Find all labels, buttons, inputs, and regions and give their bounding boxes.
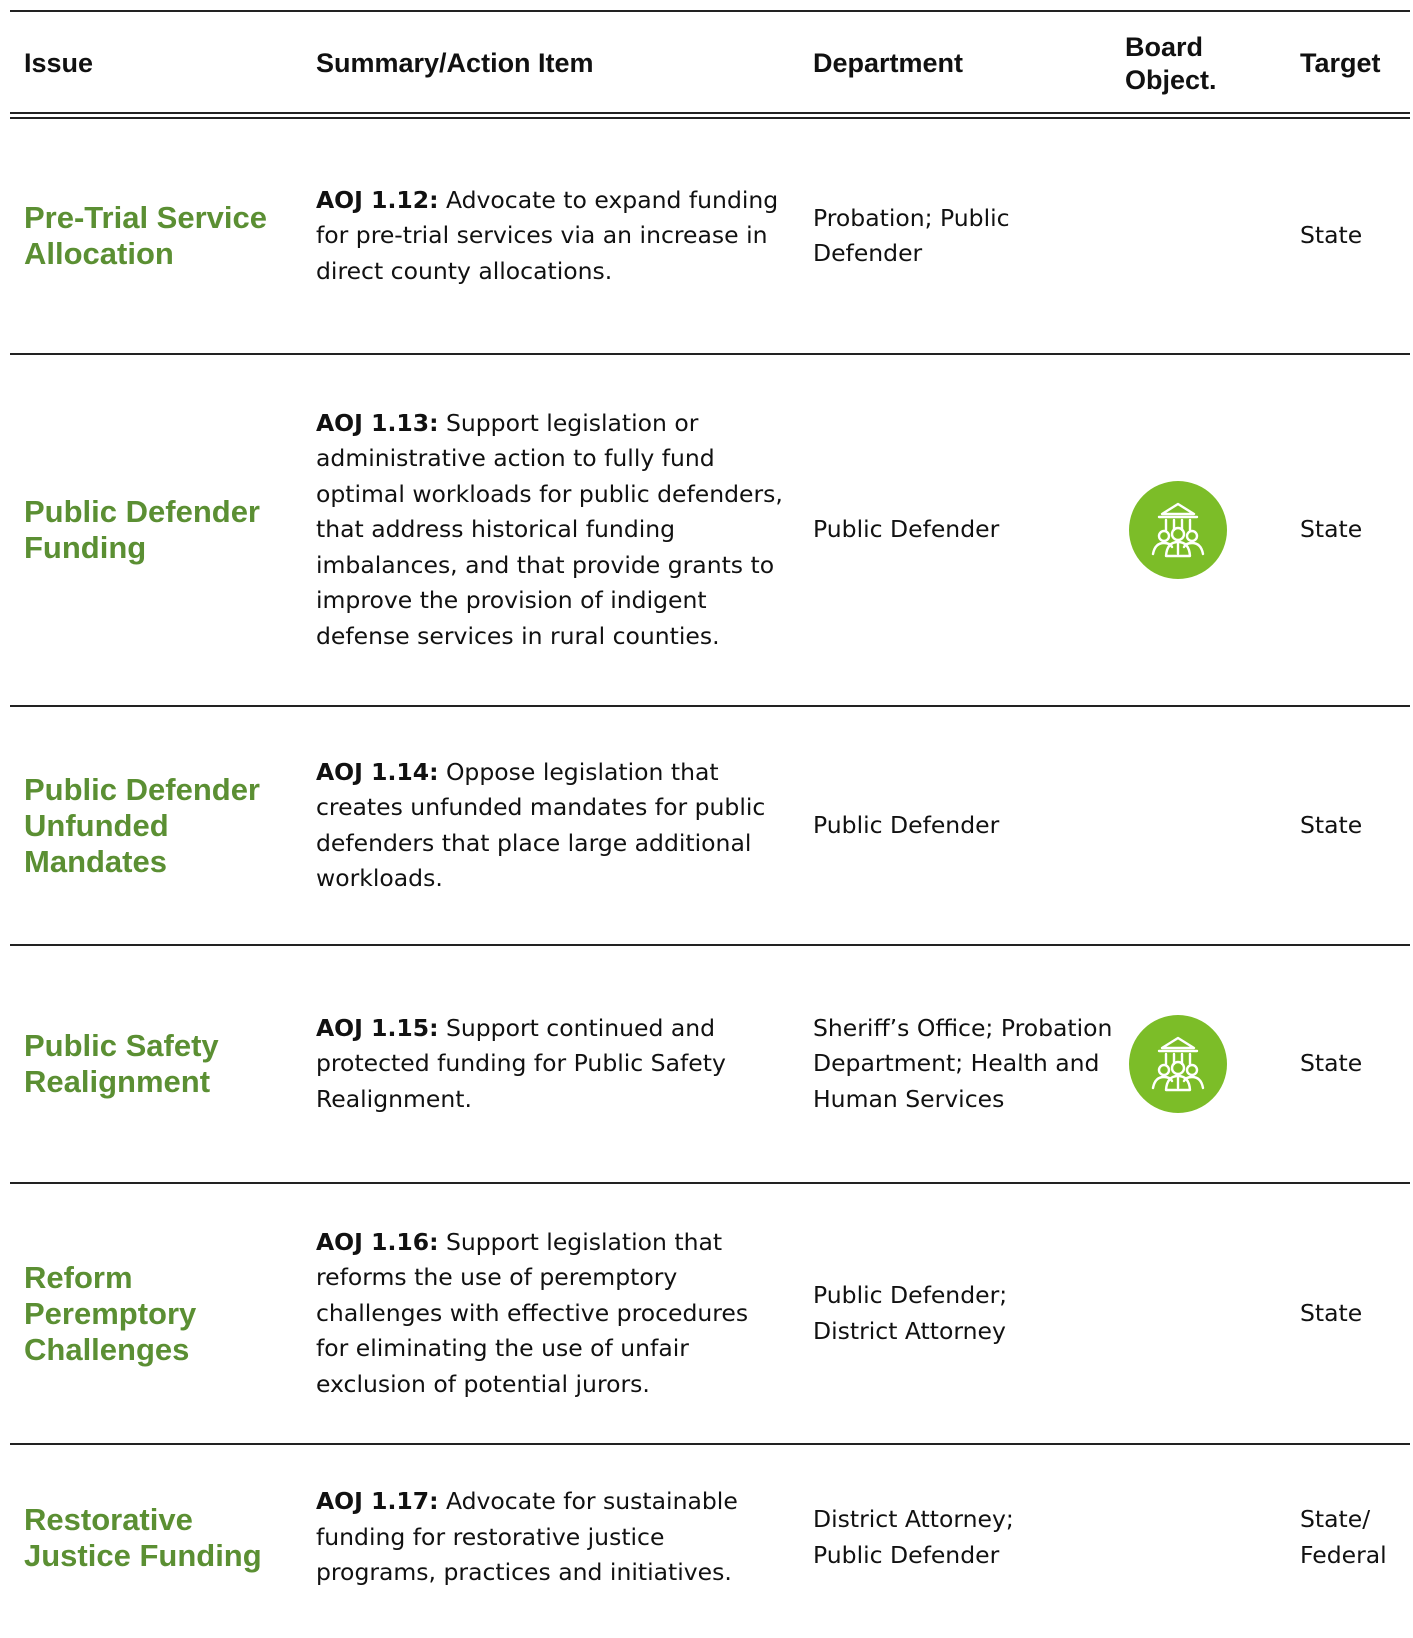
action-code: AOJ 1.15: [316, 1013, 439, 1042]
board-objective-cell [1123, 355, 1233, 705]
target: State/ Federal [1300, 1505, 1387, 1569]
department: District Attorney; Public Defender [813, 1505, 1014, 1569]
issue-title: Reform Peremptory Challenges [24, 1259, 197, 1367]
issue-title: Pre-Trial Service Allocation [24, 200, 267, 271]
header-target: Target [1300, 48, 1381, 78]
table-row: Pre-Trial Service Allocation AOJ 1.12: A… [0, 119, 1413, 353]
board-objective-cell [1123, 946, 1233, 1182]
department: Public Defender; District Attorney [813, 1281, 1008, 1345]
target: State [1300, 221, 1363, 250]
target: State [1300, 515, 1363, 544]
target: State [1300, 810, 1363, 839]
issue-title: Public Defender Funding [24, 494, 260, 565]
action-code: AOJ 1.14: [316, 757, 439, 786]
header-board-line2: Object. [1125, 65, 1217, 95]
issue-title: Public Safety Realignment [24, 1028, 219, 1099]
table-row: Public Defender Unfunded Mandates AOJ 1.… [0, 707, 1413, 944]
action-summary: AOJ 1.12: Advocate to expand funding for… [316, 183, 786, 290]
issue-title: Public Defender Unfunded Mandates [24, 771, 260, 879]
courthouse-people-icon [1129, 1015, 1227, 1113]
department: Public Defender [813, 515, 1000, 544]
board-objective-cell [1123, 1184, 1233, 1443]
action-summary: AOJ 1.14: Oppose legislation that create… [316, 755, 786, 897]
header-issue: Issue [24, 48, 94, 78]
action-code: AOJ 1.16: [316, 1227, 439, 1256]
board-objective-cell [1123, 707, 1233, 944]
header-board-line1: Board [1125, 32, 1204, 62]
action-summary: AOJ 1.16: Support legislation that refor… [316, 1225, 786, 1403]
issue-title: Restorative Justice Funding [24, 1501, 262, 1573]
header-department: Department [813, 48, 964, 78]
table-row: Public Defender Funding AOJ 1.13: Suppor… [0, 355, 1413, 705]
target: State [1300, 1298, 1363, 1327]
top-rule [10, 10, 1410, 12]
target: State [1300, 1049, 1363, 1078]
action-code: AOJ 1.13: [316, 408, 439, 437]
table-row: Reform Peremptory Challenges AOJ 1.16: S… [0, 1184, 1413, 1443]
header-rule-top [10, 112, 1410, 114]
action-code: AOJ 1.12: [316, 185, 439, 214]
action-summary: AOJ 1.17: Advocate for sustainable fundi… [316, 1484, 786, 1591]
action-summary: AOJ 1.15: Support continued and protecte… [316, 1011, 786, 1118]
table-row: Public Safety Realignment AOJ 1.15: Supp… [0, 946, 1413, 1182]
action-text: Support legislation or administrative ac… [316, 408, 783, 650]
courthouse-people-icon [1129, 481, 1227, 579]
action-summary: AOJ 1.13: Support legislation or adminis… [316, 406, 786, 655]
department: Probation; Public Defender [813, 203, 1010, 268]
action-code: AOJ 1.17: [316, 1487, 439, 1516]
header-summary: Summary/Action Item [316, 48, 594, 78]
department: Sheriff’s Office; Probation Department; … [813, 1013, 1113, 1113]
board-objective-cell [1123, 1445, 1233, 1630]
table-row: Restorative Justice Funding AOJ 1.17: Ad… [0, 1445, 1413, 1630]
department: Public Defender [813, 810, 1000, 839]
board-objective-cell [1123, 119, 1233, 353]
